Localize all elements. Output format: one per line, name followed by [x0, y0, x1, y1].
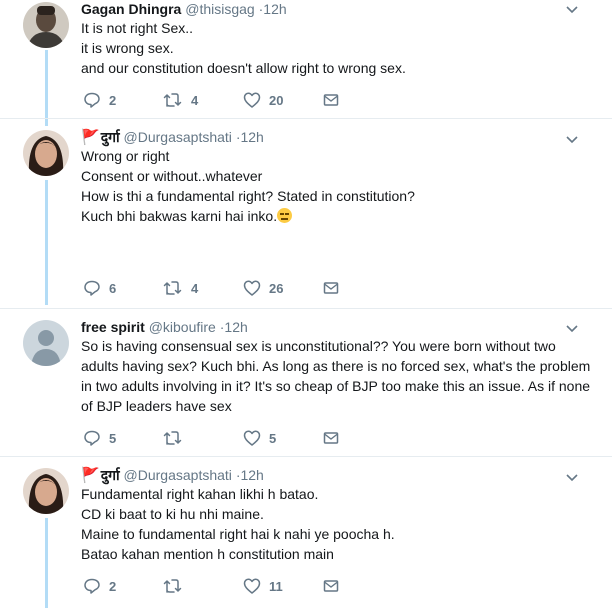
avatar[interactable]	[23, 468, 69, 514]
tweet[interactable]: Gagan Dhingra @thisisgag ·12h It is not …	[0, 0, 612, 112]
like-button[interactable]: 20	[243, 90, 283, 110]
tweet-text-line: adults having sex? Kuch bhi. As long as …	[81, 358, 591, 374]
reply-icon	[84, 92, 100, 108]
reply-count: 2	[109, 92, 117, 108]
tweet-text-line: in two adults involving in it? It's so c…	[81, 378, 591, 394]
handle[interactable]: @Durgasaptshati	[124, 129, 232, 145]
tweet-text-line: It is not right Sex..	[81, 20, 194, 36]
tweet-text-line: How is thi a fundamental right? Stated i…	[81, 188, 415, 204]
like-count: 20	[269, 92, 284, 108]
retweet-button[interactable]: 4	[163, 278, 198, 298]
tweet-text-line: and our constitution doesn't allow right…	[81, 60, 406, 76]
retweet-button[interactable]: 4	[163, 90, 198, 110]
like-count: 11	[269, 578, 283, 594]
timestamp[interactable]: 12h	[240, 467, 263, 483]
tweet-text-line: it is wrong sex.	[81, 40, 174, 56]
direct-message-icon	[323, 94, 339, 106]
like-button[interactable]: 11	[243, 576, 283, 596]
direct-message-icon	[323, 282, 339, 294]
tweet-text-line: Maine to fundamental right hai k nahi ye…	[81, 526, 395, 542]
display-name[interactable]: free spirit	[81, 319, 145, 335]
retweet-count: 4	[191, 280, 199, 296]
like-button[interactable]: 26	[243, 278, 283, 298]
display-name[interactable]: दुर्गा	[101, 129, 120, 145]
like-button[interactable]: 5	[243, 428, 276, 448]
tweet-text-line: Wrong or right	[81, 148, 170, 164]
like-icon	[243, 92, 261, 108]
reply-icon	[84, 578, 100, 594]
expressionless-face-emoji	[277, 208, 293, 223]
retweet-icon	[163, 579, 182, 593]
avatar[interactable]	[23, 2, 69, 48]
tweet-text-line: Batao kahan mention h constitution main	[81, 546, 334, 562]
reply-button[interactable]: 2	[83, 576, 116, 596]
like-icon	[243, 280, 261, 296]
tweet-text-line: Consent or without..whatever	[81, 168, 263, 184]
caret-down-icon[interactable]	[566, 133, 578, 145]
handle[interactable]: @Durgasaptshati	[124, 467, 232, 483]
red-flag-icon: 🚩	[81, 129, 100, 146]
retweet-button[interactable]	[163, 576, 191, 596]
red-flag-icon: 🚩	[81, 467, 100, 484]
handle[interactable]: @kiboufire	[149, 319, 216, 335]
reply-button[interactable]: 5	[83, 428, 116, 448]
tweet-text-line: of BJP leaders have sex	[81, 398, 232, 414]
handle[interactable]: @thisisgag	[185, 1, 254, 17]
display-name[interactable]: Gagan Dhingra	[81, 1, 181, 17]
tweet-text-line: Fundamental right kahan likhi h batao.	[81, 486, 319, 502]
retweet-icon	[163, 431, 182, 445]
tweet-text-line: So is having consensual sex is unconstit…	[81, 338, 556, 354]
avatar[interactable]	[23, 320, 69, 366]
tweet[interactable]: free spirit @kiboufire ·12h So is having…	[0, 318, 612, 458]
like-icon	[243, 430, 261, 446]
like-count: 5	[269, 430, 277, 446]
direct-message-button[interactable]	[323, 278, 339, 298]
reply-count: 5	[109, 430, 117, 446]
timestamp[interactable]: 12h	[224, 319, 247, 335]
reply-count: 6	[109, 280, 117, 296]
divider	[0, 456, 612, 457]
direct-message-button[interactable]	[323, 428, 339, 448]
like-icon	[243, 578, 261, 594]
direct-message-button[interactable]	[323, 576, 339, 596]
retweet-icon	[163, 93, 182, 107]
tweet-text-line: Kuch bhi bakwas karni hai inko.	[81, 208, 278, 224]
reply-icon	[84, 280, 100, 296]
tweet[interactable]: 🚩दुर्गा @Durgasaptshati ·12h Wrong or ri…	[0, 128, 612, 306]
retweet-icon	[163, 281, 182, 295]
reply-button[interactable]: 2	[83, 90, 116, 110]
retweet-count: 4	[191, 92, 199, 108]
reply-count: 2	[109, 578, 117, 594]
divider	[0, 308, 612, 309]
retweet-button[interactable]	[163, 428, 191, 448]
reply-icon	[84, 430, 100, 446]
avatar[interactable]	[23, 130, 69, 176]
direct-message-icon	[323, 432, 339, 444]
like-count: 26	[269, 280, 284, 296]
timestamp[interactable]: 12h	[263, 1, 286, 17]
direct-message-button[interactable]	[323, 90, 339, 110]
direct-message-icon	[323, 580, 339, 592]
tweet-text-line: CD ki baat to ki hu nhi maine.	[81, 506, 264, 522]
caret-down-icon[interactable]	[566, 322, 578, 334]
caret-down-icon[interactable]	[566, 471, 578, 483]
tweet[interactable]: 🚩दुर्गा @Durgasaptshati ·12h Fundamental…	[0, 466, 612, 608]
reply-button[interactable]: 6	[83, 278, 116, 298]
timestamp[interactable]: 12h	[240, 129, 263, 145]
display-name[interactable]: दुर्गा	[101, 467, 120, 483]
divider	[0, 118, 612, 119]
caret-down-icon[interactable]	[566, 3, 578, 15]
